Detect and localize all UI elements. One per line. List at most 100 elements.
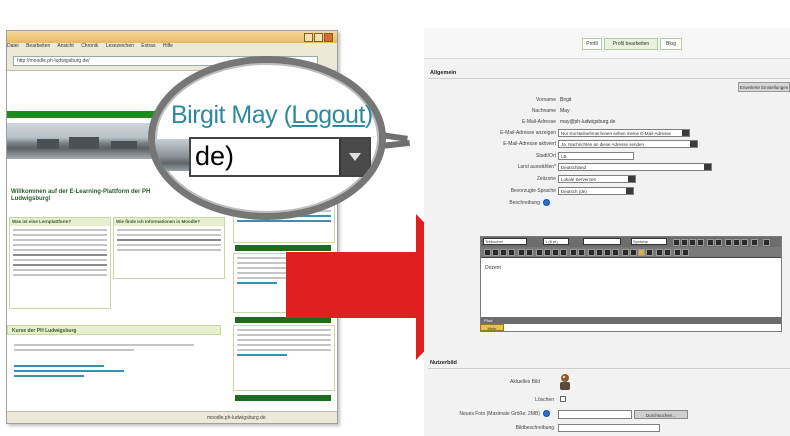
- help-icon[interactable]: [763, 239, 770, 246]
- image-icon[interactable]: [622, 249, 629, 256]
- menu-item[interactable]: Hilfe: [163, 43, 173, 49]
- align-justify-icon[interactable]: [508, 249, 515, 256]
- editor-text-area[interactable]: [481, 258, 781, 316]
- minimize-icon[interactable]: [304, 33, 313, 42]
- tab-blog[interactable]: Blog: [660, 38, 682, 50]
- info-box-title: Wie finde ich Informationen in Moodle?: [114, 218, 224, 226]
- info-box-title: Was ist eine Lernplattform?: [10, 218, 110, 226]
- close-icon[interactable]: [324, 33, 333, 42]
- chevron-down-icon[interactable]: [628, 176, 635, 182]
- email-enabled-select[interactable]: Ja, Nachrichten an diese Adresse senden: [558, 140, 698, 148]
- chevron-down-icon[interactable]: [704, 164, 711, 170]
- tab-edit-profile[interactable]: Profil bearbeiten: [604, 38, 658, 50]
- email-value: may@ph-ludwigsburg.de: [560, 119, 616, 125]
- country-select[interactable]: Deutschland: [558, 163, 712, 171]
- style-select[interactable]: [583, 238, 621, 245]
- link-icon[interactable]: [604, 249, 611, 256]
- header-photo: [7, 123, 167, 159]
- unlink-icon[interactable]: [612, 249, 619, 256]
- superscript-icon[interactable]: [715, 239, 722, 246]
- chevron-down-icon[interactable]: [682, 130, 689, 136]
- field-label: E-Mail-Adresse aktiviert: [503, 141, 556, 147]
- horizontal-rule-icon[interactable]: [588, 249, 595, 256]
- menu-item[interactable]: Chronik: [81, 43, 98, 49]
- email-enabled-value: Ja, Nachrichten an diese Adresse senden: [561, 142, 645, 147]
- menu-item[interactable]: Lesezeichen: [106, 43, 134, 49]
- outdent-icon[interactable]: [552, 249, 559, 256]
- language-select-editor[interactable]: Sprache: [631, 238, 667, 245]
- undo-icon[interactable]: [733, 239, 740, 246]
- editor-content: Dozent: [485, 265, 501, 271]
- chevron-down-icon[interactable]: [339, 139, 369, 175]
- language-preference-select[interactable]: Deutsch (de): [558, 187, 634, 195]
- avatar: [560, 374, 570, 390]
- logout-link[interactable]: Logout: [291, 101, 365, 129]
- source-code-icon[interactable]: [674, 249, 681, 256]
- user-name-link[interactable]: Birgit May: [171, 101, 278, 129]
- highlight-color-icon[interactable]: [578, 249, 585, 256]
- clean-icon[interactable]: [725, 239, 732, 246]
- field-label: E-Mail-Adresse: [521, 119, 556, 125]
- section-heading: Kurse der PH Ludwigsburg: [7, 325, 221, 335]
- help-icon[interactable]: [543, 199, 550, 206]
- font-size-select[interactable]: 1 (8 pt): [543, 238, 569, 245]
- text-color-icon[interactable]: [570, 249, 577, 256]
- profile-form-panel: [424, 28, 790, 436]
- city-field[interactable]: LB: [558, 152, 634, 160]
- advanced-settings-button[interactable]: Erweiterte Einstellungen: [738, 82, 790, 92]
- menu-item[interactable]: Ansicht: [57, 43, 73, 49]
- status-text: moodle.ph-ludwigsburg.de: [207, 415, 266, 421]
- ordered-list-icon[interactable]: [536, 249, 543, 256]
- search-icon[interactable]: [656, 249, 663, 256]
- country-value: Deutschland: [561, 165, 587, 170]
- welcome-heading: Willkommen auf der E-Learning-Plattform …: [11, 189, 151, 202]
- tab-profile[interactable]: Profil: [582, 38, 602, 50]
- bold-icon[interactable]: [673, 239, 680, 246]
- align-left-icon[interactable]: [484, 249, 491, 256]
- logged-in-user: Birgit May (Logout): [171, 101, 373, 130]
- menu-item[interactable]: Datei: [7, 43, 19, 49]
- chevron-down-icon[interactable]: [626, 188, 633, 194]
- logout-close-paren: ): [364, 101, 373, 129]
- magnifier-lens: Birgit May (Logout) de): [148, 56, 386, 220]
- spellcheck-icon[interactable]: [682, 249, 689, 256]
- replace-icon[interactable]: [664, 249, 671, 256]
- strikethrough-icon[interactable]: [697, 239, 704, 246]
- anchor-icon[interactable]: [596, 249, 603, 256]
- browse-button[interactable]: Durchsuchen...: [634, 410, 688, 419]
- italic-icon[interactable]: [681, 239, 688, 246]
- smiley-icon[interactable]: [638, 249, 645, 256]
- rtl-icon[interactable]: [526, 249, 533, 256]
- language-select[interactable]: de): [189, 137, 371, 177]
- field-label: Bildbeschreibung: [515, 425, 554, 431]
- unordered-list-icon[interactable]: [544, 249, 551, 256]
- image-description-field[interactable]: [558, 424, 660, 432]
- field-label: Neues Foto (Maximale Größe: 2MB): [459, 411, 540, 417]
- delete-image-checkbox[interactable]: [560, 396, 566, 402]
- field-label: Löschen: [535, 397, 554, 403]
- help-icon[interactable]: [543, 410, 550, 417]
- header-photo-zoomed: [155, 139, 189, 171]
- email-display-select[interactable]: Nur Kursteilnehmer/innen sehen meine E-M…: [558, 129, 690, 137]
- timezone-select[interactable]: Lokale Serverzeit: [558, 175, 636, 183]
- align-center-icon[interactable]: [492, 249, 499, 256]
- subscript-icon[interactable]: [707, 239, 714, 246]
- chevron-down-icon[interactable]: [690, 141, 697, 147]
- redo-icon[interactable]: [741, 239, 748, 246]
- font-family-select[interactable]: Trebuchet: [483, 238, 527, 245]
- table-icon[interactable]: [630, 249, 637, 256]
- field-label: Zeitzone: [536, 176, 556, 182]
- maximize-icon[interactable]: [314, 33, 323, 42]
- underline-icon[interactable]: [689, 239, 696, 246]
- editor-path-bar: Pfad:: [481, 317, 781, 324]
- menu-item[interactable]: Extras: [141, 43, 155, 49]
- special-char-icon[interactable]: [646, 249, 653, 256]
- info-box-left: Was ist eine Lernplattform?: [9, 217, 111, 309]
- align-right-icon[interactable]: [500, 249, 507, 256]
- ltr-icon[interactable]: [518, 249, 525, 256]
- more-button[interactable]: Mehr: [480, 324, 504, 331]
- indent-icon[interactable]: [560, 249, 567, 256]
- file-upload-input[interactable]: [558, 410, 632, 419]
- menu-item[interactable]: Bearbeiten: [26, 43, 50, 49]
- fullscreen-icon[interactable]: [751, 239, 758, 246]
